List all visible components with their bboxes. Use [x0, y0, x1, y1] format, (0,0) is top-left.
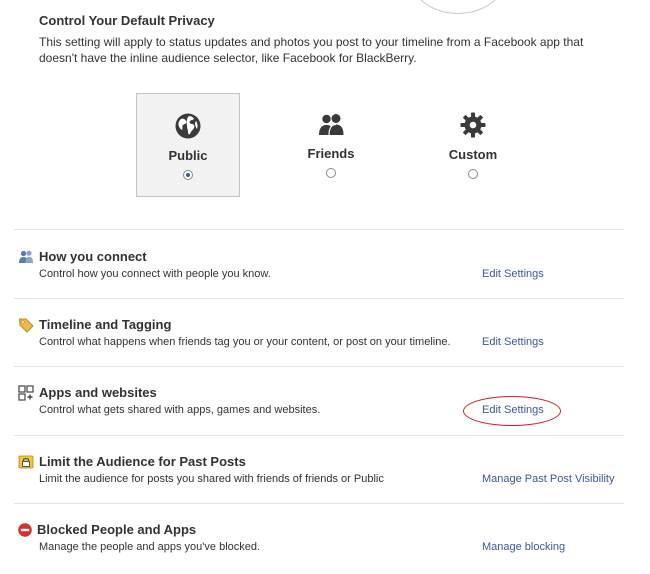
- manage-blocking-link[interactable]: Manage blocking: [482, 541, 565, 553]
- radio-friends[interactable]: [326, 168, 336, 178]
- people-icon: [19, 250, 33, 263]
- divider: [14, 503, 624, 504]
- privacy-option-custom[interactable]: Custom: [421, 93, 525, 197]
- divider: [14, 366, 624, 367]
- section-title: Apps and websites: [39, 385, 157, 400]
- section-description: Control what happens when friends tag yo…: [39, 336, 451, 348]
- section-title: Timeline and Tagging: [39, 317, 172, 332]
- option-label-custom: Custom: [448, 147, 498, 162]
- manage-past-post-visibility-link[interactable]: Manage Past Post Visibility: [482, 473, 614, 485]
- highlight-annotation: [463, 396, 561, 426]
- globe-icon: [175, 113, 201, 139]
- section-timeline-tagging: Timeline and Tagging Control what happen…: [14, 317, 624, 369]
- privacy-option-public[interactable]: Public: [136, 93, 240, 197]
- section-title: Blocked People and Apps: [37, 522, 197, 537]
- lock-icon: [18, 455, 34, 469]
- divider: [14, 298, 624, 299]
- privacy-description: This setting will apply to status update…: [39, 35, 584, 65]
- edit-settings-link[interactable]: Edit Settings: [482, 336, 544, 348]
- option-label-friends: Friends: [307, 146, 355, 161]
- divider: [14, 435, 624, 436]
- apps-icon: [18, 385, 34, 401]
- section-how-you-connect: How you connect Control how you connect …: [14, 249, 624, 301]
- section-description: Control how you connect with people you …: [39, 268, 271, 280]
- divider: [14, 229, 624, 230]
- section-blocked-people-apps: Blocked People and Apps Manage the peopl…: [14, 522, 624, 574]
- option-label-public: Public: [168, 148, 208, 163]
- tag-icon: [18, 318, 34, 333]
- section-description: Limit the audience for posts you shared …: [39, 473, 384, 485]
- section-title: How you connect: [39, 249, 147, 264]
- privacy-option-friends[interactable]: Friends: [279, 93, 383, 197]
- privacy-title: Control Your Default Privacy: [39, 13, 215, 28]
- radio-custom[interactable]: [468, 169, 478, 179]
- section-title: Limit the Audience for Past Posts: [39, 454, 246, 469]
- edit-settings-link[interactable]: Edit Settings: [482, 268, 544, 280]
- decorative-arc: [410, 0, 506, 14]
- section-description: Manage the people and apps you've blocke…: [39, 541, 261, 553]
- gear-icon: [460, 112, 486, 138]
- blocked-icon: [18, 523, 32, 537]
- section-description: Control what gets shared with apps, game…: [39, 404, 321, 416]
- section-limit-past-posts: Limit the Audience for Past Posts Limit …: [14, 454, 624, 506]
- radio-public[interactable]: [183, 170, 193, 180]
- friends-icon: [319, 114, 344, 136]
